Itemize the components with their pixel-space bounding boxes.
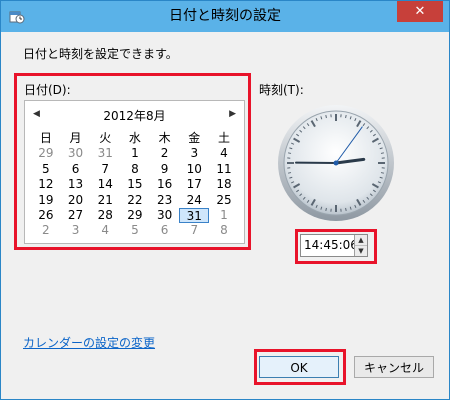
clock-tick <box>325 114 327 119</box>
date-highlight-box <box>14 73 251 250</box>
clock-tick <box>345 207 347 212</box>
change-calendar-settings-link[interactable]: カレンダーの設定の変更 <box>23 334 155 351</box>
time-highlight-box <box>295 229 377 264</box>
dialog-body: 日付と時刻を設定できます。 日付(D): ◀ 2012年8月 ▶ 日月火水木金土… <box>9 32 441 393</box>
ok-highlight-box <box>254 349 346 385</box>
clock-tick <box>345 114 347 119</box>
analog-clock <box>278 105 394 221</box>
clock-tick <box>380 172 385 174</box>
window-title: 日付と時刻の設定 <box>169 8 281 24</box>
dialog-window: 日付と時刻の設定 ✕ 日付と時刻を設定できます。 日付(D): ◀ 2012年8… <box>0 0 450 400</box>
time-label: 時刻(T): <box>259 83 304 97</box>
clock-center <box>333 160 339 166</box>
clock-tick <box>287 172 292 174</box>
instruction-text: 日付と時刻を設定できます。 <box>23 47 178 61</box>
clock-tick <box>380 152 385 154</box>
clock-tick <box>287 152 292 154</box>
clock-tick <box>325 207 327 212</box>
close-button[interactable]: ✕ <box>397 1 443 22</box>
cancel-button[interactable]: キャンセル <box>354 356 434 378</box>
title-bar[interactable]: 日付と時刻の設定 ✕ <box>1 1 449 32</box>
